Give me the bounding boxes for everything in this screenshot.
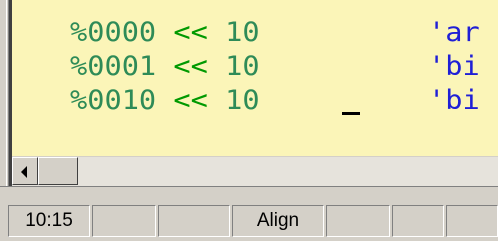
scroll-thumb[interactable] [38, 157, 78, 185]
number-literal: 10 [225, 51, 260, 82]
comment-text: 'bi [428, 85, 480, 116]
comment-text: 'ar [428, 17, 480, 48]
scroll-left-button[interactable] [12, 157, 38, 185]
text-cursor [342, 112, 360, 115]
code-line[interactable]: %0001 << 10 [70, 51, 260, 83]
shift-operator: << [173, 51, 208, 82]
status-panel [158, 205, 230, 237]
code-line[interactable]: %0010 << 10 [70, 85, 260, 117]
code-line[interactable]: %0000 << 10 [70, 17, 260, 49]
shift-operator: << [173, 85, 208, 116]
status-align-mode[interactable]: Align [232, 205, 324, 237]
shift-operator: << [173, 17, 208, 48]
status-panel [92, 205, 156, 237]
status-panel [446, 205, 498, 237]
status-bar: 10:15 Align [0, 201, 498, 241]
number-literal: %0001 [70, 51, 157, 82]
number-literal: 10 [225, 17, 260, 48]
status-panel [392, 205, 444, 237]
left-arrow-icon [21, 166, 27, 178]
window-left-frame [0, 0, 12, 210]
number-literal: %0010 [70, 85, 157, 116]
status-panel [326, 205, 390, 237]
horizontal-scrollbar[interactable] [12, 156, 498, 187]
code-editor[interactable]: %0000 << 10 'ar %0001 << 10 'bi %0010 <<… [12, 0, 498, 156]
comment-text: 'bi [428, 51, 480, 82]
number-literal: %0000 [70, 17, 157, 48]
window-bottom-frame [0, 186, 498, 201]
number-literal: 10 [225, 85, 260, 116]
status-cursor-position: 10:15 [8, 205, 90, 237]
